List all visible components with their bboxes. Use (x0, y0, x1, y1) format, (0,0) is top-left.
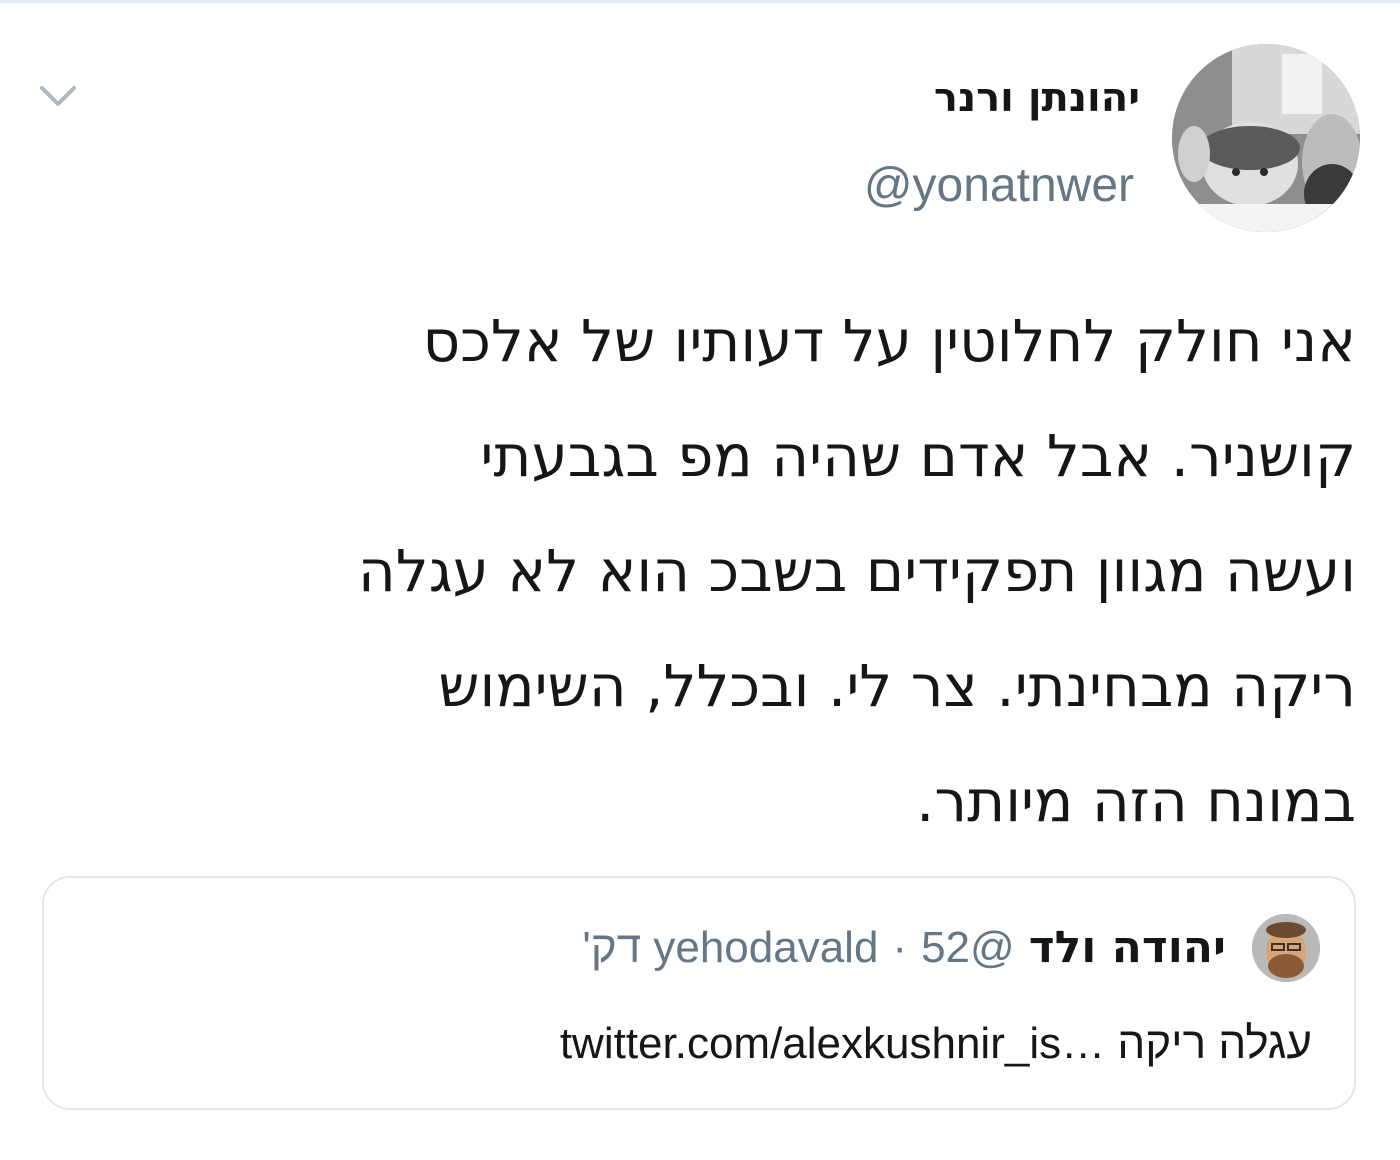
quoted-author-avatar[interactable] (1252, 914, 1320, 982)
quoted-tweet-text-prefix: עגלה ריקה (1117, 1019, 1312, 1068)
tweet-text-line: ועשה מגוון תפקידים בשבכ הוא לא עגלה (357, 537, 1356, 605)
top-divider (0, 0, 1400, 3)
tweet-text-line: ריקה מבחינתי. צר לי. ובכלל, השימוש (438, 652, 1356, 720)
tweet-text-line: במונח הזה מיותר. (915, 767, 1356, 835)
quoted-tweet-link[interactable]: twitter.com/alexkushnir_is… (560, 1019, 1105, 1068)
chevron-down-icon[interactable] (36, 80, 80, 116)
author-avatar[interactable] (1172, 44, 1360, 232)
quoted-tweet-text: עגלה ריקה twitter.com/alexkushnir_is… (560, 1016, 1312, 1072)
separator-dot: · (892, 923, 908, 972)
author-handle[interactable]: @yonatnwer (864, 156, 1134, 216)
quoted-author-name[interactable]: יהודה ולד (1029, 922, 1226, 973)
tweet-text-line: קושניר. אבל אדם שהיה מפ בגבעתי (480, 422, 1356, 490)
quoted-tweet-header: יהודה ולד @yehodavald · 52 דק' (582, 920, 1226, 976)
tweet-text: אני חולק לחלוטין על דעותיו של אלכס קושני… (56, 284, 1356, 859)
tweet-text-line: אני חולק לחלוטין על דעותיו של אלכס (422, 307, 1356, 375)
quoted-tweet-card[interactable]: יהודה ולד @yehodavald · 52 דק' עגלה ריקה… (42, 876, 1356, 1110)
author-display-name[interactable]: יהונתן ורנר (934, 70, 1140, 126)
